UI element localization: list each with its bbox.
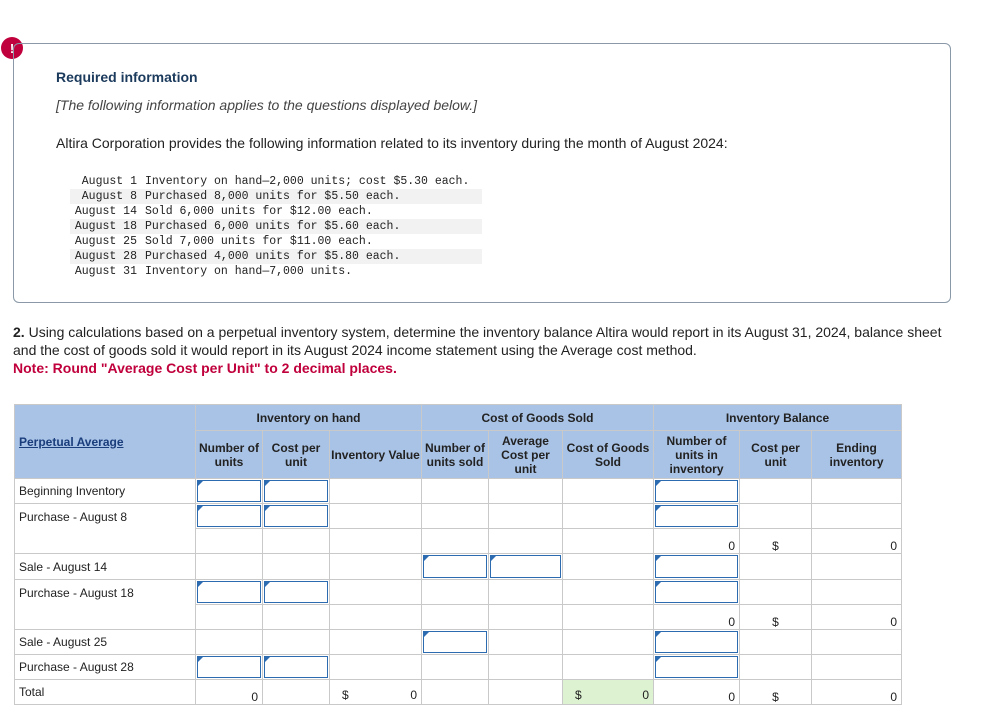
total-cogs-dollar: $ xyxy=(575,688,582,702)
aug18-ending-inventory: 0 xyxy=(811,604,902,630)
list-item: August 1 Inventory on hand—2,000 units; c… xyxy=(70,174,482,189)
list-item: August 18 Purchased 6,000 units for $5.60… xyxy=(70,219,482,234)
transaction-desc: Purchased 4,000 units for $5.80 each. xyxy=(145,250,401,263)
total-inventory-value: $0 xyxy=(329,679,422,705)
col-header-oh-units: Number of units xyxy=(195,430,263,479)
table-row: Sale - August 25 xyxy=(14,629,902,655)
aug28-units-input[interactable] xyxy=(197,656,261,678)
aug14-balance-units-input[interactable] xyxy=(655,555,738,578)
transaction-date: August 18 xyxy=(74,220,137,233)
question-number: 2. xyxy=(13,324,25,340)
table-row: Purchase - August 28 xyxy=(14,654,902,680)
col-header-bal-units: Number of units in inventory xyxy=(653,430,740,479)
total-units: 0 xyxy=(195,679,263,705)
col-header-cg-avg: Average Cost per unit xyxy=(488,430,563,479)
aug8-balance-units-input[interactable] xyxy=(655,505,738,527)
aug18-cost-input[interactable] xyxy=(264,581,328,603)
aug8-dollar-sign: $ xyxy=(739,528,812,554)
transaction-desc: Purchased 8,000 units for $5.50 each. xyxy=(145,190,401,203)
row-label-purchase-aug28: Purchase - August 28 xyxy=(14,654,196,680)
col-header-bal-end: Ending inventory xyxy=(811,430,902,479)
transaction-desc: Inventory on hand—2,000 units; cost $5.3… xyxy=(145,175,470,188)
list-item: August 8 Purchased 8,000 units for $5.50 … xyxy=(70,189,482,204)
list-item: August 28 Purchased 4,000 units for $5.80… xyxy=(70,249,482,264)
aug18-balance-units-input[interactable] xyxy=(655,581,738,603)
table-row: Purchase - August 8 xyxy=(14,503,902,554)
total-balance-units: 0 xyxy=(653,679,740,705)
total-cogs: $0 xyxy=(562,679,654,705)
table-row-total: Total 0 $0 $0 0 $ 0 xyxy=(14,679,902,705)
col-header-oh-cost: Cost per unit xyxy=(262,430,330,479)
total-ending-inventory: 0 xyxy=(811,679,902,705)
aug28-cost-input[interactable] xyxy=(264,656,328,678)
list-item: August 25 Sold 7,000 units for $11.00 eac… xyxy=(70,234,482,249)
transaction-date: August 1 xyxy=(81,175,137,188)
list-item: August 31 Inventory on hand—7,000 units. xyxy=(70,264,482,279)
aug14-avg-cost-input[interactable] xyxy=(490,555,561,578)
aug8-units-input[interactable] xyxy=(197,505,261,527)
transaction-date: August 25 xyxy=(74,235,137,248)
aug8-balance-units-total: 0 xyxy=(653,528,740,554)
row-label-total: Total xyxy=(14,679,196,705)
aug25-units-sold-input[interactable] xyxy=(423,631,487,653)
col-header-cg-units: Number of units sold xyxy=(421,430,489,479)
aug18-units-input[interactable] xyxy=(197,581,261,603)
transaction-desc: Sold 6,000 units for $12.00 each. xyxy=(145,205,373,218)
transaction-date: August 31 xyxy=(74,265,137,278)
total-value-amount: 0 xyxy=(410,688,417,702)
group-header-inventory-on-hand: Inventory on hand xyxy=(195,404,422,431)
perpetual-average-table: Perpetual Average Inventory on hand Cost… xyxy=(14,404,902,705)
beginning-units-input[interactable] xyxy=(197,480,261,502)
aug18-balance-units-total: 0 xyxy=(653,604,740,630)
inventory-intro: Altira Corporation provides the followin… xyxy=(56,135,728,151)
transaction-date: August 14 xyxy=(74,205,137,218)
row-label-purchase-aug8: Purchase - August 8 xyxy=(14,503,196,554)
required-info-title: Required information xyxy=(56,69,198,85)
required-information-panel: Required information [The following info… xyxy=(13,43,951,303)
table-row: Purchase - August 18 xyxy=(14,579,902,630)
total-dollar-sign: $ xyxy=(739,679,812,705)
aug14-units-sold-input[interactable] xyxy=(423,555,487,578)
table-row: Beginning Inventory xyxy=(14,478,902,504)
rounding-note: Note: Round "Average Cost per Unit" to 2… xyxy=(13,360,397,376)
total-cogs-amount: 0 xyxy=(642,688,649,702)
group-header-cost-of-goods-sold: Cost of Goods Sold xyxy=(421,404,654,431)
row-label-sale-aug14: Sale - August 14 xyxy=(14,553,196,580)
aug8-cost-input[interactable] xyxy=(264,505,328,527)
table-row: Sale - August 14 xyxy=(14,553,902,580)
transaction-date: August 28 xyxy=(74,250,137,263)
question-text: Using calculations based on a perpetual … xyxy=(13,324,942,358)
row-label-purchase-aug18: Purchase - August 18 xyxy=(14,579,196,630)
total-value-dollar: $ xyxy=(342,688,349,702)
col-header-bal-cost: Cost per unit xyxy=(739,430,812,479)
col-header-cg-cogs: Cost of Goods Sold xyxy=(562,430,654,479)
inventory-transactions: August 1 Inventory on hand—2,000 units; c… xyxy=(70,174,482,279)
list-item: August 14 Sold 6,000 units for $12.00 eac… xyxy=(70,204,482,219)
aug18-dollar-sign: $ xyxy=(739,604,812,630)
transaction-desc: Purchased 6,000 units for $5.60 each. xyxy=(145,220,401,233)
question-prompt: 2. Using calculations based on a perpetu… xyxy=(13,323,953,377)
col-header-oh-value: Inventory Value xyxy=(329,430,422,479)
required-info-subtitle: [The following information applies to th… xyxy=(56,97,478,113)
beginning-cost-input[interactable] xyxy=(264,480,328,502)
aug28-balance-units-input[interactable] xyxy=(655,656,738,678)
row-label-beginning: Beginning Inventory xyxy=(14,478,196,504)
group-header-inventory-balance: Inventory Balance xyxy=(653,404,902,431)
aug8-ending-inventory: 0 xyxy=(811,528,902,554)
perpetual-average-link[interactable]: Perpetual Average xyxy=(15,435,195,449)
transaction-desc: Inventory on hand—7,000 units. xyxy=(145,265,353,278)
transaction-desc: Sold 7,000 units for $11.00 each. xyxy=(145,235,373,248)
row-label-sale-aug25: Sale - August 25 xyxy=(14,629,196,655)
transaction-date: August 8 xyxy=(81,190,137,203)
beginning-balance-units-input[interactable] xyxy=(655,480,738,502)
aug25-balance-units-input[interactable] xyxy=(655,631,738,653)
